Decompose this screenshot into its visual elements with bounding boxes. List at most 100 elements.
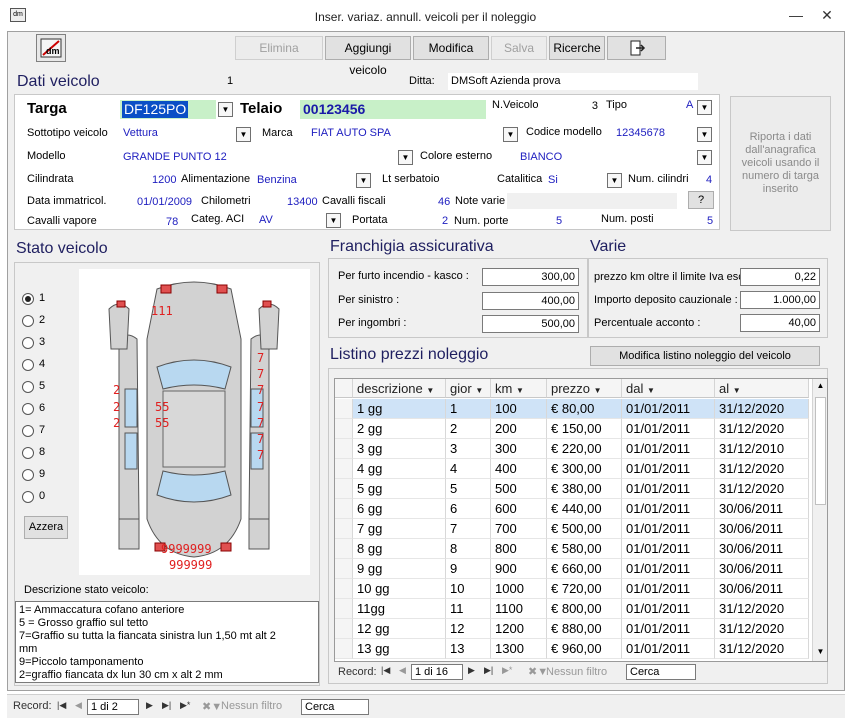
bottom-prev-record-icon[interactable]: ◀ <box>75 700 82 711</box>
table-cell[interactable]: 01/01/2011 <box>622 579 715 599</box>
grid-scrollbar[interactable]: ▲ ▼ <box>812 379 827 661</box>
table-cell[interactable]: 30/06/2011 <box>715 519 809 539</box>
table-cell[interactable]: 9 gg <box>353 559 446 579</box>
next-record-icon[interactable]: ▶ <box>468 665 475 676</box>
table-cell[interactable]: 01/01/2011 <box>622 559 715 579</box>
table-cell[interactable]: 5 <box>446 479 491 499</box>
bottom-first-record-icon[interactable]: |◀ <box>57 700 66 711</box>
targa-dropdown-icon[interactable]: ▼ <box>218 102 233 117</box>
table-cell[interactable]: 5 gg <box>353 479 446 499</box>
table-cell[interactable]: 31/12/2020 <box>715 479 809 499</box>
data-immatricolazione-value[interactable]: 01/01/2009 <box>137 196 192 208</box>
table-cell[interactable]: 4 gg <box>353 459 446 479</box>
table-cell[interactable]: 01/01/2011 <box>622 639 715 659</box>
bottom-filter-label[interactable]: Nessun filtro <box>221 700 282 712</box>
row-selector[interactable] <box>335 459 353 479</box>
table-cell[interactable]: 2 <box>446 419 491 439</box>
stato-radio-3[interactable] <box>22 337 34 349</box>
num-posti-value[interactable]: 5 <box>707 215 713 227</box>
marca-dropdown-icon[interactable]: ▼ <box>503 127 518 142</box>
row-selector[interactable] <box>335 499 353 519</box>
franchigia-ingombri-input[interactable]: 500,00 <box>482 315 579 333</box>
table-cell[interactable]: 01/01/2011 <box>622 499 715 519</box>
table-cell[interactable]: € 720,00 <box>547 579 622 599</box>
table-cell[interactable]: 500 <box>491 479 547 499</box>
marca-value[interactable]: FIAT AUTO SPA <box>311 127 391 139</box>
row-selector[interactable] <box>335 559 353 579</box>
col-dal-header[interactable]: dal ▼ <box>622 379 715 398</box>
modello-value[interactable]: GRANDE PUNTO 12 <box>123 151 227 163</box>
dm-logo-icon[interactable]: dm <box>36 34 66 62</box>
bottom-search-input[interactable]: Cerca <box>301 699 369 715</box>
close-icon[interactable]: ✕ <box>818 6 836 24</box>
tipo-dropdown-icon[interactable]: ▼ <box>697 100 712 115</box>
table-cell[interactable]: € 380,00 <box>547 479 622 499</box>
table-cell[interactable]: 900 <box>491 559 547 579</box>
table-cell[interactable]: 11gg <box>353 599 446 619</box>
table-cell[interactable]: 2 gg <box>353 419 446 439</box>
stato-radio-1[interactable] <box>22 293 34 305</box>
table-cell[interactable]: 01/01/2011 <box>622 439 715 459</box>
nveicolo-field[interactable]: 3 <box>546 99 600 115</box>
table-cell[interactable]: 01/01/2011 <box>622 419 715 439</box>
row-selector[interactable] <box>335 539 353 559</box>
table-cell[interactable]: 1000 <box>491 579 547 599</box>
modifica-listino-button[interactable]: Modifica listino noleggio del veicolo se… <box>590 346 820 380</box>
telaio-field[interactable]: 00123456 <box>300 100 486 119</box>
table-cell[interactable]: 13 gg <box>353 639 446 659</box>
table-cell[interactable]: 400 <box>491 459 547 479</box>
row-selector[interactable] <box>335 599 353 619</box>
table-cell[interactable]: 11 <box>446 599 491 619</box>
descrizione-stato-textarea[interactable]: 1= Ammaccatura cofano anteriore 5 = Gros… <box>15 601 319 683</box>
table-cell[interactable]: € 800,00 <box>547 599 622 619</box>
catalitica-value[interactable]: Si <box>548 174 558 186</box>
modello-dropdown-icon[interactable]: ▼ <box>398 150 413 165</box>
minimize-icon[interactable]: — <box>787 6 805 24</box>
bottom-new-record-icon[interactable]: ▶* <box>180 700 190 711</box>
table-cell[interactable]: 8 <box>446 539 491 559</box>
last-record-icon[interactable]: ▶| <box>484 665 493 676</box>
table-cell[interactable]: 30/06/2011 <box>715 559 809 579</box>
row-selector[interactable] <box>335 579 353 599</box>
franchigia-furto-input[interactable]: 300,00 <box>482 268 579 286</box>
riporta-dati-button[interactable]: Riporta i dati dall'anagrafica veicoli u… <box>730 96 831 231</box>
salva-button[interactable]: Salva <box>491 36 547 60</box>
modifica-button[interactable]: Modifica <box>413 36 489 60</box>
stato-radio-4[interactable] <box>22 359 34 371</box>
row-selector[interactable] <box>335 399 353 419</box>
table-cell[interactable]: 01/01/2011 <box>622 459 715 479</box>
prev-record-icon[interactable]: ◀ <box>399 665 406 676</box>
table-cell[interactable]: € 300,00 <box>547 459 622 479</box>
num-porte-value[interactable]: 5 <box>556 215 562 227</box>
row-selector[interactable] <box>335 639 353 659</box>
categ-aci-dropdown-icon[interactable]: ▼ <box>326 213 341 228</box>
codice-modello-dropdown-icon[interactable]: ▼ <box>697 127 712 142</box>
table-cell[interactable]: 01/01/2011 <box>622 539 715 559</box>
first-record-icon[interactable]: |◀ <box>381 665 390 676</box>
table-cell[interactable]: 12 gg <box>353 619 446 639</box>
table-cell[interactable]: 01/01/2011 <box>622 399 715 419</box>
table-cell[interactable]: 30/06/2011 <box>715 539 809 559</box>
table-cell[interactable]: 4 <box>446 459 491 479</box>
tipo-value[interactable]: A <box>686 99 693 111</box>
catalitica-dropdown-icon[interactable]: ▼ <box>607 173 622 188</box>
table-cell[interactable]: 13 <box>446 639 491 659</box>
scroll-down-icon[interactable]: ▼ <box>815 647 826 659</box>
row-selector[interactable] <box>335 439 353 459</box>
col-km-header[interactable]: km ▼ <box>491 379 547 398</box>
colore-dropdown-icon[interactable]: ▼ <box>697 150 712 165</box>
scroll-up-icon[interactable]: ▲ <box>815 381 826 393</box>
alimentazione-value[interactable]: Benzina <box>257 174 297 186</box>
sottotipo-dropdown-icon[interactable]: ▼ <box>236 127 251 142</box>
row-selector[interactable] <box>335 619 353 639</box>
table-cell[interactable]: 800 <box>491 539 547 559</box>
table-cell[interactable]: € 150,00 <box>547 419 622 439</box>
col-descrizione-header[interactable]: descrizione ▼ <box>353 379 446 398</box>
table-cell[interactable]: 200 <box>491 419 547 439</box>
chilometri-value[interactable]: 13400 <box>287 196 318 208</box>
ditta-field[interactable]: DMSoft Azienda prova <box>448 73 698 90</box>
table-cell[interactable]: 31/12/2010 <box>715 439 809 459</box>
table-cell[interactable]: € 500,00 <box>547 519 622 539</box>
bottom-last-record-icon[interactable]: ▶| <box>162 700 171 711</box>
table-cell[interactable]: 01/01/2011 <box>622 519 715 539</box>
